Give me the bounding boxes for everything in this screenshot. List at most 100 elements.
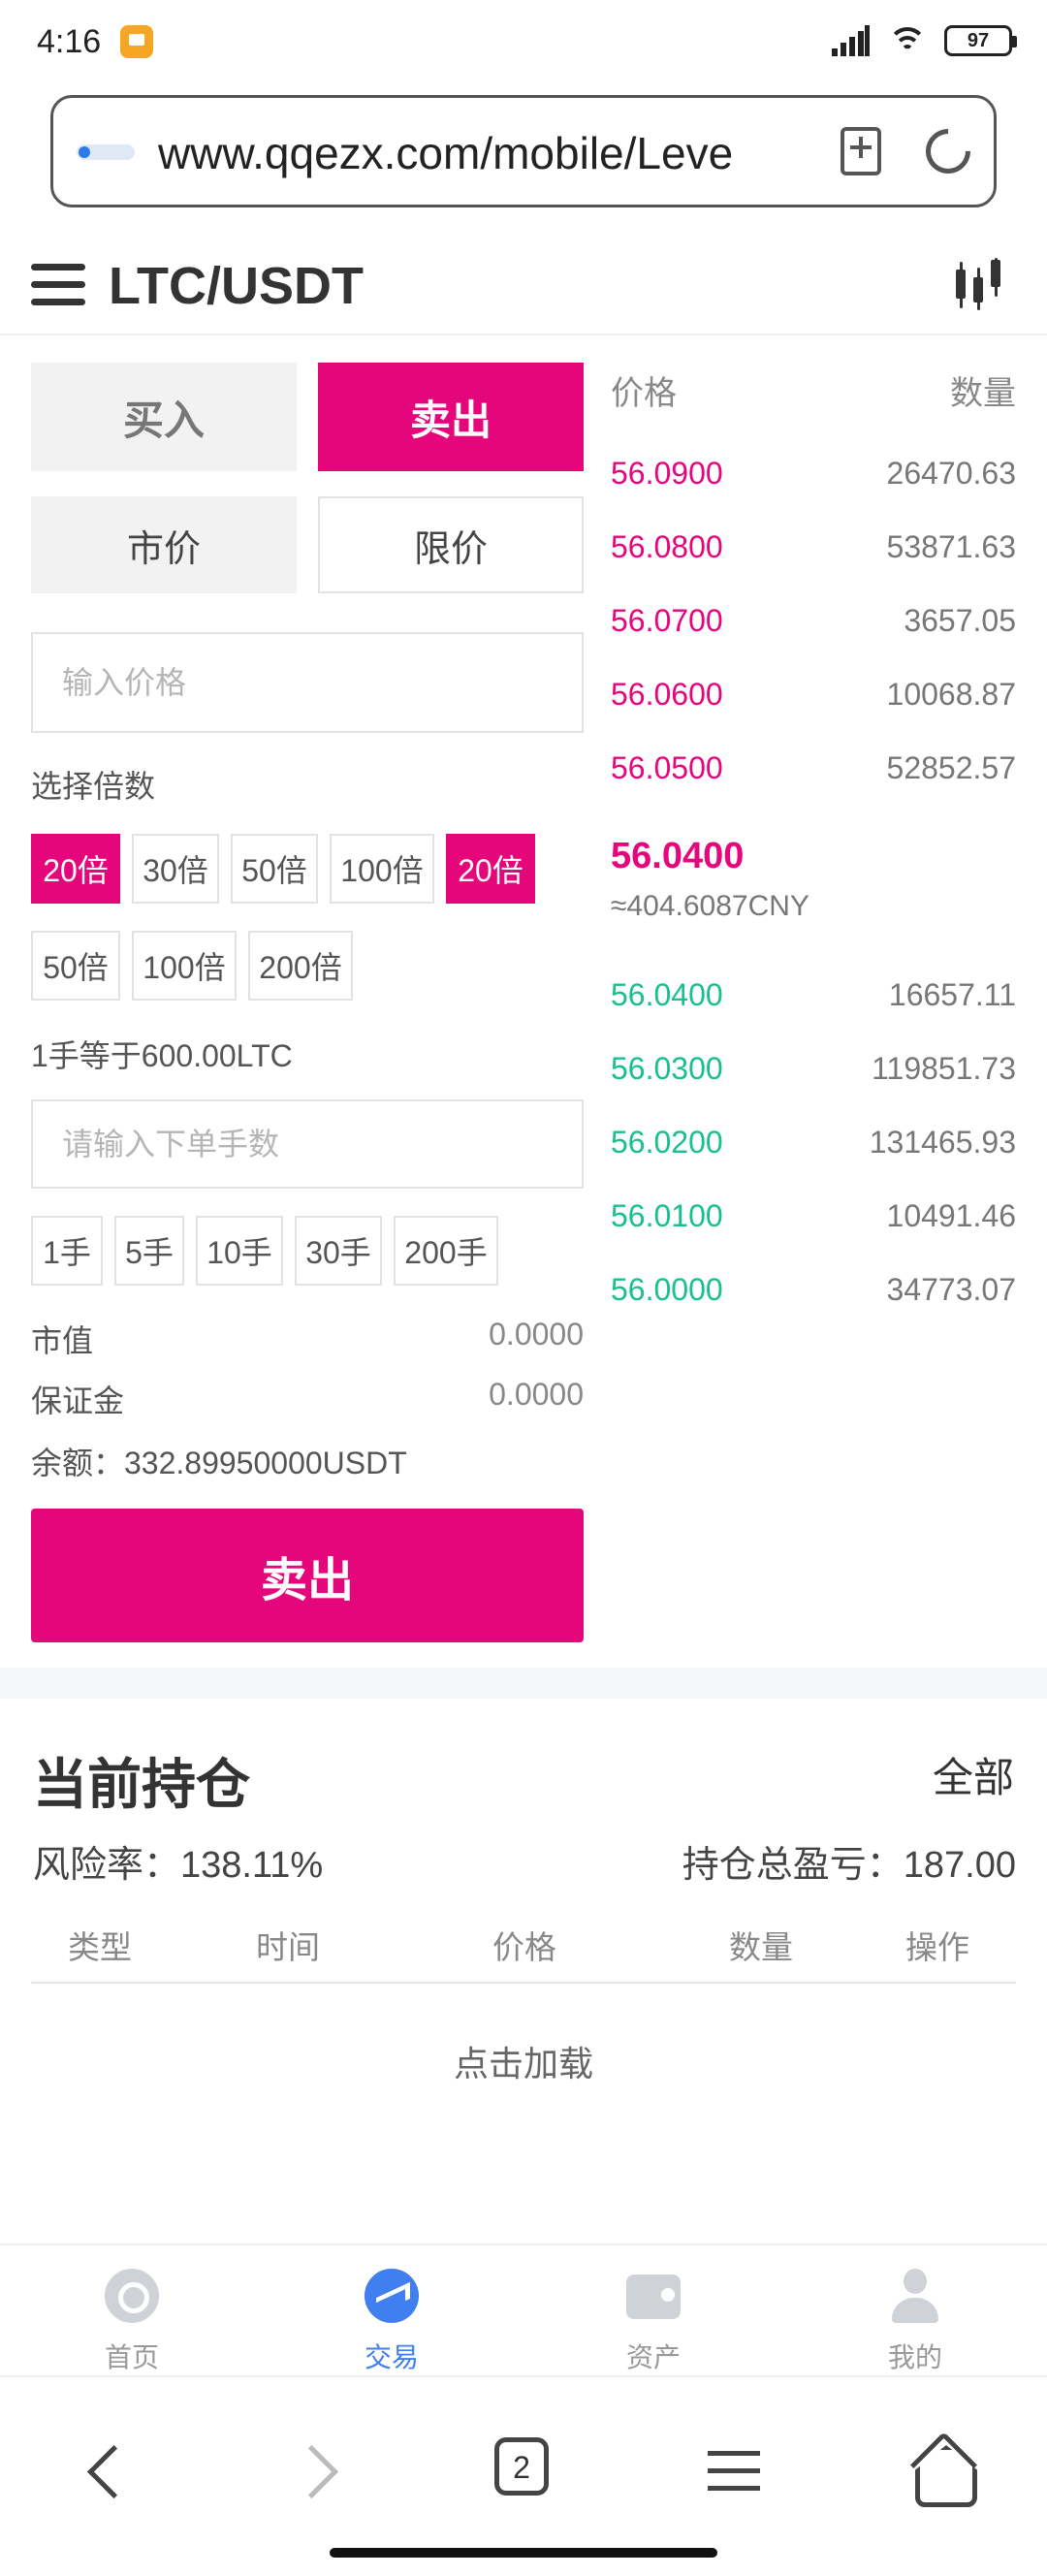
load-more-button[interactable]: 点击加载: [0, 2036, 1047, 2086]
sell-submit-button[interactable]: 卖出: [31, 1509, 584, 1642]
ask-price: 56.0700: [611, 603, 723, 638]
site-favicon-icon: [77, 144, 135, 160]
wifi-icon: [888, 25, 927, 56]
page-title[interactable]: LTC/USDT: [109, 256, 364, 316]
tab-assets[interactable]: 资产: [576, 2259, 731, 2372]
ask-price: 56.0600: [611, 677, 723, 712]
lot-option[interactable]: 10手: [196, 1216, 283, 1286]
bid-row[interactable]: 56.0300 119851.73: [611, 1051, 1016, 1087]
app-header: LTC/USDT: [0, 233, 1047, 335]
status-indicators: 97: [832, 25, 1017, 56]
lot-size-info: 1手等于600.00LTC: [31, 1038, 293, 1073]
forward-icon[interactable]: [287, 2437, 355, 2505]
lot-option[interactable]: 1手: [31, 1216, 103, 1286]
bid-qty: 10491.46: [886, 1198, 1016, 1233]
ask-qty: 10068.87: [886, 677, 1016, 712]
bid-row[interactable]: 56.0200 131465.93: [611, 1125, 1016, 1161]
browser-home-icon[interactable]: [907, 2437, 975, 2505]
notification-app-icon: [120, 25, 153, 58]
limit-order-tab[interactable]: 限价: [318, 496, 584, 593]
section-divider: [0, 1668, 1047, 1699]
ask-row[interactable]: 56.0600 10068.87: [611, 677, 1016, 713]
candlestick-chart-icon[interactable]: [952, 258, 1010, 312]
price-input[interactable]: [31, 632, 584, 733]
bid-price: 56.0000: [611, 1272, 723, 1307]
lot-option[interactable]: 200手: [394, 1216, 498, 1286]
leverage-option[interactable]: 20倍: [31, 834, 120, 904]
leverage-option[interactable]: 100倍: [330, 834, 434, 904]
lot-option[interactable]: 30手: [295, 1216, 382, 1286]
bid-qty: 16657.11: [888, 977, 1016, 1012]
sell-tab[interactable]: 卖出: [318, 363, 584, 471]
bid-qty: 34773.07: [886, 1272, 1016, 1307]
refresh-icon[interactable]: [916, 119, 980, 183]
bid-qty: 119851.73: [872, 1051, 1016, 1086]
leverage-option[interactable]: 20倍: [446, 834, 535, 904]
trade-icon: [365, 2269, 419, 2323]
column-time: 时间: [256, 1929, 320, 1965]
back-icon[interactable]: [70, 2437, 138, 2505]
bid-row[interactable]: 56.0000 34773.07: [611, 1272, 1016, 1308]
tab-trade[interactable]: 交易: [314, 2259, 469, 2372]
risk-rate: 风险率：138.11%: [33, 1845, 324, 1886]
address-bar[interactable]: www.qqezx.com/mobile/Leve: [50, 95, 997, 207]
tab-home[interactable]: 首页: [54, 2259, 209, 2372]
column-action: 操作: [905, 1929, 969, 1965]
user-icon: [888, 2269, 942, 2323]
ask-price: 56.0500: [611, 750, 723, 785]
lot-option[interactable]: 5手: [114, 1216, 184, 1286]
positions-all-link[interactable]: 全部: [933, 1745, 1014, 1804]
menu-icon[interactable]: [31, 264, 85, 306]
ask-qty: 53871.63: [886, 529, 1016, 564]
wallet-icon: [626, 2274, 681, 2319]
leverage-option[interactable]: 50倍: [31, 931, 120, 1001]
bid-price: 56.0300: [611, 1051, 723, 1086]
order-book-header: 价格 数量: [611, 366, 1016, 414]
leverage-option[interactable]: 50倍: [231, 834, 318, 904]
ask-row[interactable]: 56.0500 52852.57: [611, 750, 1016, 786]
url-text[interactable]: www.qqezx.com/mobile/Leve: [158, 127, 817, 179]
status-bar: 4:16 97: [0, 0, 1047, 87]
browser-toolbar: 2: [0, 2375, 1047, 2576]
leverage-label: 选择倍数: [31, 769, 156, 804]
ask-qty: 52852.57: [886, 750, 1016, 785]
tab-label: 交易: [364, 2342, 419, 2372]
buy-tab[interactable]: 买入: [31, 363, 297, 471]
bid-row[interactable]: 56.0400 16657.11: [611, 977, 1016, 1013]
gesture-bar[interactable]: [330, 2548, 717, 2558]
ask-price: 56.0800: [611, 529, 723, 564]
browser-menu-icon[interactable]: [700, 2437, 768, 2505]
leverage-option[interactable]: 200倍: [248, 931, 353, 1001]
tab-count: 2: [513, 2450, 530, 2485]
leverage-option[interactable]: 30倍: [132, 834, 219, 904]
ask-qty: 3657.05: [904, 603, 1016, 638]
bid-price: 56.0400: [611, 977, 723, 1012]
total-pnl: 持仓总盈亏：187.00: [682, 1845, 1016, 1886]
market-value-label: 市值: [31, 1323, 94, 1358]
positions-table-header: 类型 时间 价格 数量 操作: [31, 1916, 1016, 1984]
battery-level: 97: [967, 30, 990, 51]
battery-icon: 97: [944, 25, 1017, 56]
ask-price: 56.0900: [611, 456, 723, 491]
order-book-price-header: 价格: [611, 375, 677, 412]
ask-row[interactable]: 56.0900 26470.63: [611, 456, 1016, 492]
bid-price: 56.0100: [611, 1198, 723, 1233]
bid-qty: 131465.93: [869, 1125, 1016, 1160]
ask-row[interactable]: 56.0700 3657.05: [611, 603, 1016, 639]
home-icon: [105, 2269, 159, 2323]
tabs-icon[interactable]: 2: [494, 2437, 549, 2496]
column-type: 类型: [68, 1929, 132, 1965]
bid-price: 56.0200: [611, 1125, 723, 1160]
market-order-tab[interactable]: 市价: [31, 496, 297, 593]
signal-icon: [832, 25, 871, 56]
positions-title: 当前持仓: [33, 1754, 250, 1815]
margin-value: 0.0000: [489, 1377, 584, 1412]
bid-row[interactable]: 56.0100 10491.46: [611, 1198, 1016, 1234]
tab-mine[interactable]: 我的: [838, 2259, 993, 2372]
margin-label: 保证金: [31, 1383, 125, 1418]
tab-label: 首页: [104, 2342, 159, 2372]
quantity-input[interactable]: [31, 1099, 584, 1189]
add-bookmark-icon[interactable]: [841, 127, 881, 175]
ask-row[interactable]: 56.0800 53871.63: [611, 529, 1016, 565]
leverage-option[interactable]: 100倍: [132, 931, 237, 1001]
